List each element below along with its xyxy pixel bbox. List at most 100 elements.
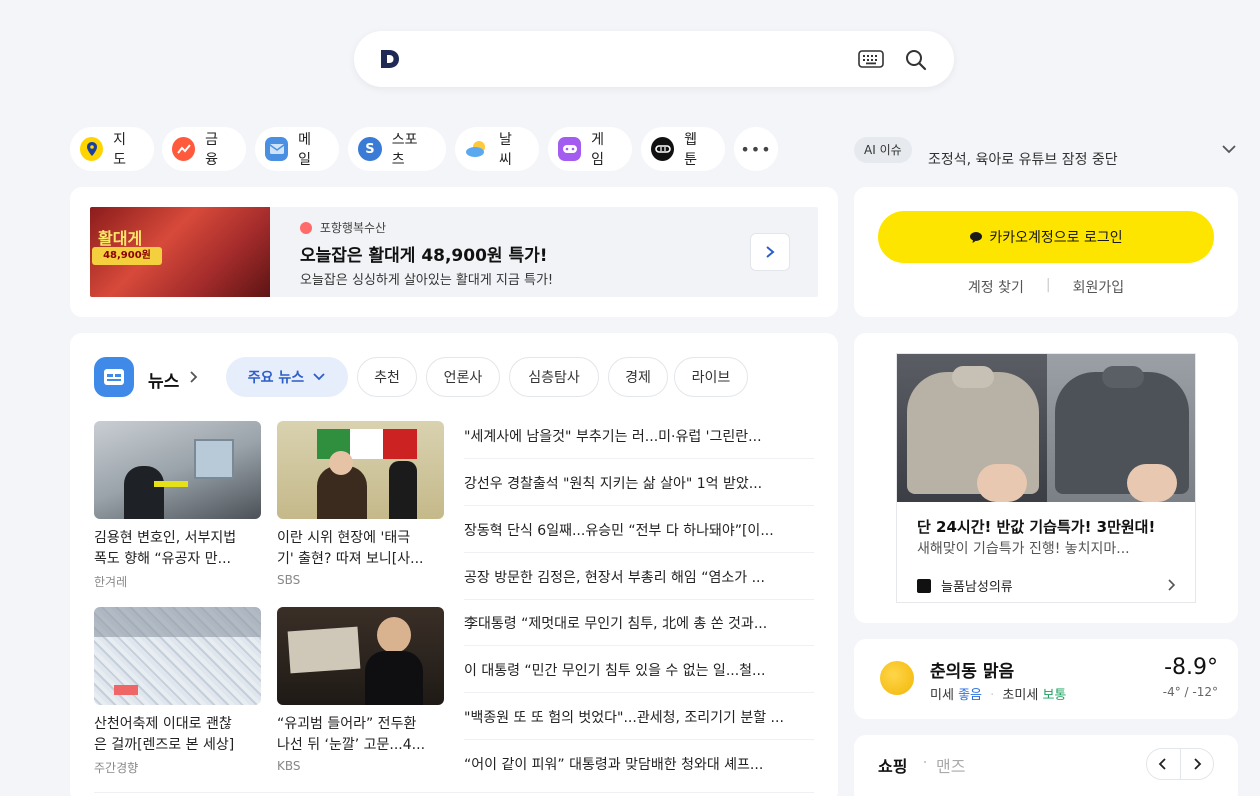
- news-thumb[interactable]: [94, 421, 261, 519]
- find-account-link[interactable]: 계정 찾기: [968, 277, 1024, 297]
- fine-dust-label: 초미세: [1002, 688, 1039, 703]
- divider: |: [1045, 277, 1051, 293]
- dust-label: 미세: [930, 688, 954, 703]
- shopping-card: 쇼핑 맨즈: [854, 735, 1238, 796]
- headline-item[interactable]: "세계사에 남을것" 부추기는 러...미·유럽 '그린란...: [464, 426, 814, 446]
- prev-button[interactable]: [1147, 749, 1181, 779]
- keyboard-icon[interactable]: [858, 50, 884, 68]
- ad-banner[interactable]: 활대게 48,900원 포항행복수산 오늘잡은 활대게 48,900원 특가! …: [90, 207, 818, 297]
- news-heading[interactable]: 뉴스: [148, 367, 179, 392]
- shortcut-mail[interactable]: 메일: [255, 127, 339, 171]
- ad-description: 오늘잡은 싱싱하게 살아있는 활대게 지금 특가!: [300, 273, 554, 288]
- tab-press[interactable]: 언론사: [426, 357, 500, 397]
- next-button[interactable]: [1181, 749, 1214, 779]
- shortcut-game[interactable]: 게임: [548, 127, 632, 171]
- news-icon: [94, 357, 134, 397]
- tab-economy[interactable]: 경제: [608, 357, 668, 397]
- ad-image-price: 48,900원: [92, 247, 162, 265]
- tab-label: 주요 뉴스: [247, 370, 305, 386]
- more-icon[interactable]: •••: [734, 127, 778, 171]
- tab-top-news[interactable]: 주요 뉴스: [226, 357, 348, 397]
- news-card-title[interactable]: 산천어축제 이대로 괜찮 은 걸까[렌즈로 본 세상]: [94, 714, 264, 756]
- search-box[interactable]: [354, 31, 954, 87]
- shortcut-weather[interactable]: 날씨: [455, 127, 539, 171]
- tab-recommend[interactable]: 추천: [357, 357, 417, 397]
- kakao-login-label: 카카오계정으로 로그인: [989, 230, 1123, 246]
- tab-live[interactable]: 라이브: [674, 357, 748, 397]
- ad-arrow-button[interactable]: [750, 233, 790, 271]
- news-card-title-line: 김용현 변호인, 서부지법: [94, 530, 237, 546]
- headline-item[interactable]: 강선우 경찰출석 "원칙 지키는 삶 살아" 1억 받았...: [464, 473, 814, 493]
- chevron-right-icon: [1194, 758, 1202, 770]
- news-card-title-line: 폭도 향해 “유공자 만...: [94, 551, 231, 567]
- fine-dust-value: 보통: [1042, 688, 1067, 703]
- divider: [924, 761, 926, 763]
- news-card-title[interactable]: 이란 시위 현장에 '태극 기' 출현? 따져 보니[사...: [277, 528, 447, 570]
- sun-icon: [880, 661, 914, 695]
- search-input[interactable]: [418, 45, 838, 73]
- headline-item[interactable]: "백종원 또 또 험의 벗었다"...관세청, 조리기기 분할 ...: [464, 707, 814, 727]
- headline-item[interactable]: 공장 방문한 김정은, 현장서 부총리 해임 “염소가 ...: [464, 567, 814, 587]
- news-card-source: 주간경향: [94, 761, 139, 775]
- brand-logo-icon: [300, 222, 312, 234]
- ad-image-title: 활대게: [98, 229, 143, 248]
- signup-link[interactable]: 회원가입: [1073, 277, 1125, 297]
- shortcut-label: 메일: [298, 132, 312, 168]
- chevron-left-icon: [1158, 758, 1166, 770]
- divider: [464, 692, 814, 693]
- shortcut-webtoon[interactable]: 웹툰: [641, 127, 725, 171]
- news-card-title-line: “유괴범 들어라” 전두환: [277, 716, 417, 732]
- chevron-down-icon[interactable]: [1220, 140, 1238, 158]
- ai-issue-text[interactable]: 조정석, 육아로 유튜브 잠정 중단: [928, 149, 1118, 169]
- news-card-title-line: 기' 출현? 따져 보니[사...: [277, 551, 424, 567]
- news-card-title-line: 이란 시위 현장에 '태극: [277, 530, 411, 546]
- news-card-title[interactable]: “유괴범 들어라” 전두환 나선 뒤 ‘눈깔’ 고문...4...: [277, 714, 447, 756]
- mail-icon: [265, 137, 289, 161]
- tab-shopping[interactable]: 쇼핑: [878, 753, 907, 777]
- product-ad[interactable]: 단 24시간! 반값 기습특가! 3만원대! 새해맞이 기습특가 진행! 놓치지…: [896, 353, 1196, 603]
- news-card-source: KBS: [277, 759, 301, 773]
- divider: [464, 739, 814, 740]
- news-card-title-line: 산천어축제 이대로 괜찮: [94, 716, 232, 732]
- shortcut-label: 웹툰: [684, 132, 698, 168]
- divider: [464, 645, 814, 646]
- news-card-title[interactable]: 김용현 변호인, 서부지법 폭도 향해 “유공자 만...: [94, 528, 264, 570]
- shortcut-sports[interactable]: S 스포츠: [348, 127, 446, 171]
- divider: ·: [990, 688, 995, 703]
- sports-icon: S: [358, 137, 382, 161]
- divider: [464, 552, 814, 553]
- headline-item[interactable]: “어이 같이 피워” 대통령과 맞담배한 청와대 셰프...: [464, 754, 814, 774]
- chevron-down-icon: [313, 373, 325, 381]
- ad-image[interactable]: 활대게 48,900원: [90, 207, 270, 297]
- ad-card: 활대게 48,900원 포항행복수산 오늘잡은 활대게 48,900원 특가! …: [70, 187, 838, 317]
- news-card-source: SBS: [277, 573, 301, 587]
- kakao-login-button[interactable]: 카카오계정으로 로그인: [878, 211, 1214, 263]
- news-thumb[interactable]: [94, 607, 261, 705]
- headline-item[interactable]: 이 대통령 “민간 무인기 침투 있을 수 없는 일...철...: [464, 660, 814, 680]
- product-image[interactable]: [897, 354, 1195, 502]
- login-card: 카카오계정으로 로그인 계정 찾기 | 회원가입: [854, 187, 1238, 317]
- chevron-right-icon[interactable]: [1167, 578, 1177, 592]
- headline-item[interactable]: 장동혁 단식 6일째...유승민 “전부 다 하나돼야”[이...: [464, 520, 814, 540]
- divider: [464, 505, 814, 506]
- product-title[interactable]: 단 24시간! 반값 기습특가! 3만원대!: [917, 516, 1155, 537]
- finance-chart-icon: [172, 137, 196, 161]
- weather-card[interactable]: 춘의동 맑음 미세 좋음 · 초미세 보통 -8.9° -4° / -12°: [854, 639, 1238, 719]
- tab-mens[interactable]: 맨즈: [936, 753, 965, 777]
- daum-logo-icon[interactable]: [378, 47, 402, 71]
- shortcut-finance[interactable]: 금융: [162, 127, 246, 171]
- news-thumb[interactable]: [277, 421, 444, 519]
- ad-brand-label: 포항행복수산: [319, 221, 387, 235]
- headline-item[interactable]: 李대통령 “제멋대로 무인기 침투, 北에 총 쏜 것과...: [464, 613, 814, 633]
- login-links: 계정 찾기 | 회원가입: [854, 277, 1238, 297]
- news-card-source: 한겨레: [94, 575, 128, 589]
- news-thumb[interactable]: [277, 607, 444, 705]
- shortcut-map[interactable]: 지도: [70, 127, 154, 171]
- chevron-right-icon[interactable]: [188, 369, 200, 385]
- brand-logo-icon: [917, 578, 931, 593]
- shortcut-label: 지도: [113, 132, 127, 168]
- ad-title[interactable]: 오늘잡은 활대게 48,900원 특가!: [300, 241, 548, 266]
- speech-bubble-icon: [970, 231, 983, 243]
- tab-investigation[interactable]: 심층탐사: [509, 357, 599, 397]
- search-icon[interactable]: [904, 48, 928, 72]
